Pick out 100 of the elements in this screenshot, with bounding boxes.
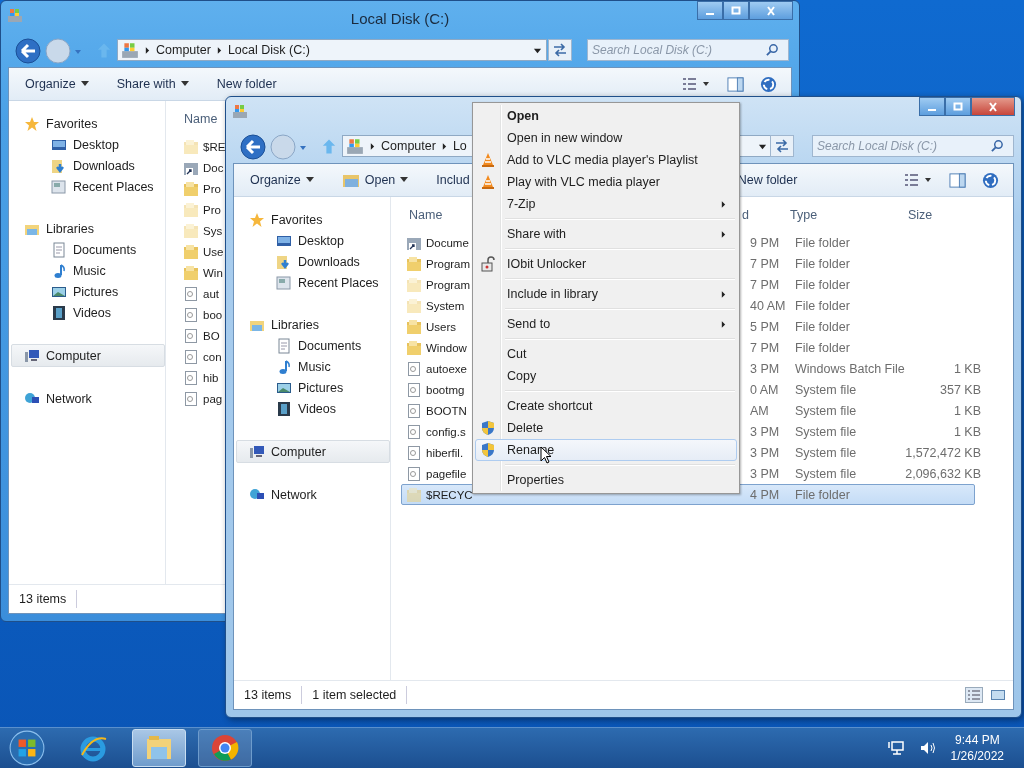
- navigation-item[interactable]: Libraries: [12, 218, 165, 239]
- search-field[interactable]: Search Local Disk (C:): [587, 39, 789, 61]
- navigation-item[interactable]: Downloads: [234, 251, 390, 272]
- navigation-item[interactable]: Desktop: [9, 134, 165, 155]
- navigation-item[interactable]: Videos: [234, 398, 390, 419]
- computer-icon: [249, 443, 265, 460]
- view-options-icon[interactable]: [681, 76, 711, 92]
- videos-icon: [276, 400, 292, 417]
- breadcrumb[interactable]: Local Disk (C:): [227, 43, 310, 57]
- breadcrumb[interactable]: Lo: [452, 139, 467, 153]
- menu-item[interactable]: Send to: [475, 313, 737, 335]
- dropdown-icon[interactable]: [533, 46, 542, 55]
- toolbar-button[interactable]: Organize: [17, 74, 97, 94]
- navigation-item[interactable]: Videos: [9, 302, 165, 323]
- menu-item[interactable]: Delete: [475, 417, 737, 439]
- recent-icon: [51, 178, 67, 195]
- start-button[interactable]: [8, 729, 46, 767]
- downloads-icon: [276, 253, 292, 270]
- table-cell: 7 PM: [750, 340, 780, 355]
- navigation-item[interactable]: Libraries: [237, 314, 390, 335]
- submenu-arrow-icon: [721, 201, 726, 208]
- table-cell: hib: [203, 371, 219, 384]
- navigation-item[interactable]: Computer: [236, 440, 390, 463]
- close-button[interactable]: [749, 1, 793, 20]
- navigation-item[interactable]: Music: [9, 260, 165, 281]
- menu-item[interactable]: Add to VLC media player's Playlist: [475, 149, 737, 171]
- chrome-icon: [210, 733, 240, 763]
- table-cell: 7 PM: [750, 277, 780, 292]
- table-cell: File folder: [795, 235, 850, 250]
- menu-item[interactable]: Share with: [475, 223, 737, 245]
- column-header[interactable]: Name: [184, 112, 218, 126]
- taskbar-button[interactable]: [198, 729, 252, 767]
- menu-item[interactable]: Cut: [475, 343, 737, 365]
- toolbar-button[interactable]: Share with: [108, 74, 197, 94]
- navigation-item[interactable]: Favorites: [12, 113, 165, 134]
- toolbar-button[interactable]: New folder: [208, 74, 285, 94]
- navigation-item[interactable]: Favorites: [237, 209, 390, 230]
- dropdown-icon[interactable]: [758, 142, 767, 151]
- menu-item[interactable]: 7-Zip: [475, 193, 737, 215]
- navigation-item[interactable]: Documents: [234, 335, 390, 356]
- view-options-icon[interactable]: [903, 172, 933, 188]
- network-tray-icon[interactable]: [886, 740, 905, 756]
- column-header[interactable]: Type: [790, 208, 818, 222]
- navigation-item[interactable]: Music: [234, 356, 390, 377]
- menu-item[interactable]: Open in new window: [475, 127, 737, 149]
- table-cell: Pro: [203, 203, 221, 216]
- back-button[interactable]: [239, 133, 267, 161]
- menu-item[interactable]: Play with VLC media player: [475, 171, 737, 193]
- large-icons-view-button[interactable]: [989, 687, 1007, 703]
- navigation-item[interactable]: Desktop: [234, 230, 390, 251]
- caret-icon: [180, 81, 189, 87]
- maximize-button[interactable]: [723, 1, 749, 20]
- clock[interactable]: 9:44 PM 1/26/2022: [950, 732, 1004, 764]
- column-header[interactable]: Name: [409, 208, 443, 222]
- navigation-item[interactable]: Documents: [9, 239, 165, 260]
- table-cell: Docume: [426, 236, 469, 249]
- menu-item[interactable]: Create shortcut: [475, 395, 737, 417]
- clock-date: 1/26/2022: [950, 748, 1004, 764]
- refresh-button[interactable]: [548, 39, 572, 61]
- table-cell: Sys: [203, 224, 223, 237]
- navigation-item[interactable]: Recent Places: [9, 176, 165, 197]
- close-button[interactable]: [971, 97, 1015, 116]
- menu-item[interactable]: Include in library: [475, 283, 737, 305]
- breadcrumb[interactable]: Computer: [381, 139, 436, 153]
- maximize-button[interactable]: [945, 97, 971, 116]
- navigation-item[interactable]: Downloads: [9, 155, 165, 176]
- table-cell: Users: [426, 320, 457, 333]
- back-button[interactable]: [14, 37, 42, 65]
- navigation-item[interactable]: Pictures: [234, 377, 390, 398]
- help-icon[interactable]: [982, 171, 999, 189]
- preview-pane-icon[interactable]: [949, 171, 966, 189]
- navigation-item[interactable]: Network: [12, 388, 165, 409]
- preview-pane-icon[interactable]: [727, 75, 744, 93]
- refresh-button[interactable]: [770, 135, 794, 157]
- menu-item[interactable]: Copy: [475, 365, 737, 387]
- help-icon[interactable]: [760, 75, 777, 93]
- table-cell: AM: [750, 403, 769, 418]
- toolbar-button[interactable]: Open: [333, 169, 417, 191]
- submenu-arrow-icon: [721, 231, 726, 238]
- minimize-button[interactable]: [919, 97, 945, 116]
- traffic-cone-icon: [480, 174, 496, 190]
- column-header[interactable]: Size: [908, 208, 933, 222]
- search-field[interactable]: Search Local Disk (C:): [812, 135, 1014, 157]
- navigation-item[interactable]: Computer: [11, 344, 165, 367]
- table-cell: 3 PM: [750, 361, 780, 376]
- navigation-item[interactable]: Pictures: [9, 281, 165, 302]
- menu-item[interactable]: Open: [475, 105, 737, 127]
- column-header[interactable]: d: [742, 208, 749, 222]
- navigation-item[interactable]: Network: [237, 484, 390, 505]
- minimize-button[interactable]: [697, 1, 723, 20]
- breadcrumb[interactable]: Computer: [156, 43, 211, 57]
- speaker-icon[interactable]: [918, 740, 937, 756]
- address-bar[interactable]: Computer Local Disk (C:): [117, 39, 547, 61]
- toolbar-button[interactable]: Organize: [242, 170, 322, 190]
- star-icon: [249, 211, 265, 228]
- window-title: Local Disk (C:): [350, 9, 450, 27]
- menu-item[interactable]: IObit Unlocker: [475, 253, 737, 275]
- table-cell: Program: [426, 257, 471, 270]
- navigation-item[interactable]: Recent Places: [234, 272, 390, 293]
- menu-item[interactable]: Properties: [475, 469, 737, 491]
